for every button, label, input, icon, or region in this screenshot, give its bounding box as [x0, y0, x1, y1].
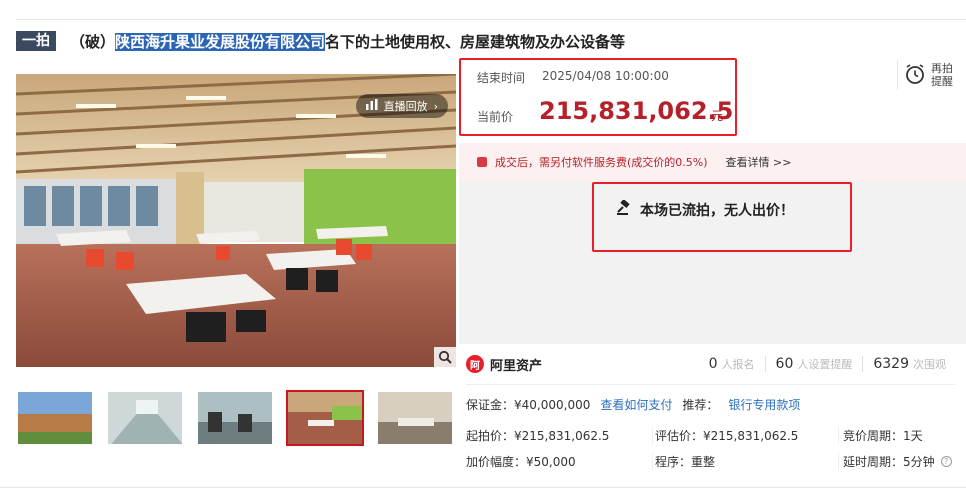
bid-increment: 加价幅度：¥50,000: [466, 454, 576, 469]
stat-registrations: 0 人报名: [708, 356, 755, 372]
live-replay-button[interactable]: 直播回放 ›: [355, 94, 448, 118]
thumbnail-3[interactable]: [196, 390, 274, 446]
stat-reminders: 60 人设置提醒: [764, 356, 863, 372]
delay-cycle: 延时周期：5分钟: [843, 454, 935, 469]
alarm-clock-icon: [904, 63, 926, 88]
title-prefix: （破）: [70, 32, 116, 51]
current-price-label: 当前价: [477, 110, 514, 124]
auction-round-tag: 一拍: [16, 31, 56, 51]
ali-assets-logo-icon: 阿: [466, 355, 484, 373]
zoom-button[interactable]: [434, 347, 456, 369]
top-divider: [16, 19, 966, 20]
appraisal-price: 评估价：¥215,831,062.5: [655, 428, 799, 443]
title-suffix: 名下的土地使用权、房屋建筑物及办公设备等: [325, 32, 626, 51]
bank-funds-link[interactable]: 银行专用款项: [728, 396, 800, 413]
thumbnail-strip: [16, 390, 454, 446]
re-auction-remind-button[interactable]: 再拍 提醒: [897, 60, 953, 90]
failed-auction-message: 本场已流拍，无人出价！: [640, 203, 794, 219]
thumbnail-5[interactable]: [376, 390, 454, 446]
auction-status-box: 本场已流拍，无人出价！: [592, 182, 852, 252]
chevron-right-icon: ›: [433, 99, 438, 113]
info-row-2: 加价幅度：¥50,000 程序：重整 延时周期：5分钟?: [466, 448, 956, 474]
title-company-highlight: 陕西海升果业发展股份有限公司: [115, 32, 326, 51]
service-fee-notice: 成交后，需另付软件服务费(成交价的0.5%) 查看详情 >>: [459, 143, 966, 181]
info-row-1: 起拍价：¥215,831,062.5 评估价：¥215,831,062.5 竞价…: [466, 422, 956, 448]
help-icon[interactable]: ?: [940, 455, 952, 467]
end-time-label: 结束时间: [477, 71, 526, 85]
lot-title-row: 一拍 （破）陕西海升果业发展股份有限公司名下的土地使用权、房屋建筑物及办公设备等: [16, 29, 625, 53]
lock-icon: [477, 157, 487, 167]
info-divider: [466, 384, 956, 385]
start-price: 起拍价：¥215,831,062.5: [466, 428, 610, 443]
thumbnail-4[interactable]: [286, 390, 364, 446]
procedure: 程序：重整: [655, 454, 716, 469]
deposit-row: 保证金：¥40,000,000 查看如何支付 推荐： 银行专用款项: [466, 396, 800, 413]
stat-views: 6329 次围观: [862, 356, 956, 372]
price-panel: 结束时间 2025/04/08 10:00:00 当前价 215,831,062…: [459, 58, 737, 136]
bidding-cycle: 竞价周期：1天: [843, 428, 923, 443]
how-to-pay-link[interactable]: 查看如何支付: [600, 396, 672, 413]
recommend-label: 推荐：: [682, 398, 719, 412]
deposit-amount: 保证金：¥40,000,000: [466, 398, 591, 412]
live-replay-label: 直播回放: [383, 100, 428, 113]
auction-stats: 0 人报名 60 人设置提醒 6329 次围观: [699, 356, 956, 372]
remind-label: 再拍 提醒: [931, 62, 953, 88]
end-time-value: 2025/04/08 10:00:00: [542, 69, 669, 83]
magnifier-icon: [438, 350, 452, 367]
thumbnail-2[interactable]: [106, 390, 184, 446]
service-fee-text: 成交后，需另付软件服务费(成交价的0.5%): [495, 156, 708, 169]
gavel-icon: [616, 199, 632, 220]
auction-info-grid: 起拍价：¥215,831,062.5 评估价：¥215,831,062.5 竞价…: [466, 422, 956, 474]
current-price-value: 215,831,062.5: [539, 97, 734, 125]
bar-chart-icon: [365, 99, 378, 113]
platform-name: 阿里资产: [490, 358, 543, 374]
platform-row: 阿 阿里资产 0 人报名 60 人设置提醒 6329 次围观: [466, 350, 956, 378]
lot-title: （破）陕西海升果业发展股份有限公司名下的土地使用权、房屋建筑物及办公设备等: [70, 31, 625, 52]
thumbnail-1[interactable]: [16, 390, 94, 446]
main-photo[interactable]: 直播回放 ›: [16, 74, 456, 367]
view-details-link[interactable]: 查看详情 >>: [726, 154, 792, 170]
price-unit: 元: [711, 109, 724, 123]
